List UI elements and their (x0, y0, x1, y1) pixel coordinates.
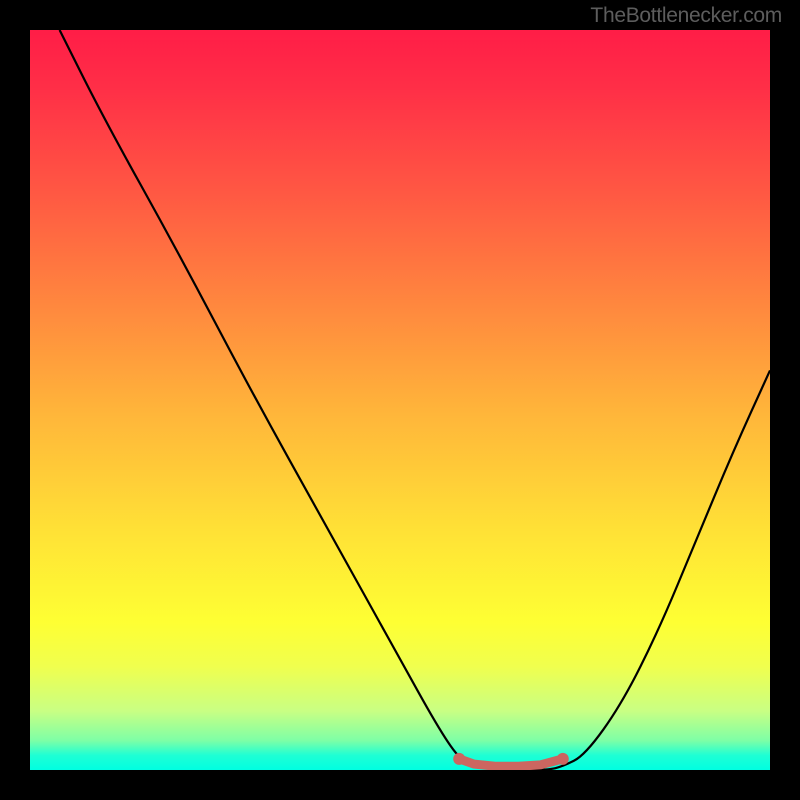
optimal-marker-dot (557, 753, 569, 765)
attribution-text: TheBottlenecker.com (590, 4, 782, 28)
bottleneck-curve (60, 30, 770, 770)
plot-area (30, 30, 770, 770)
optimal-marker-dot (453, 753, 465, 765)
chart-svg (30, 30, 770, 770)
optimal-marker-line (459, 759, 563, 766)
optimal-range-marker (453, 753, 569, 766)
